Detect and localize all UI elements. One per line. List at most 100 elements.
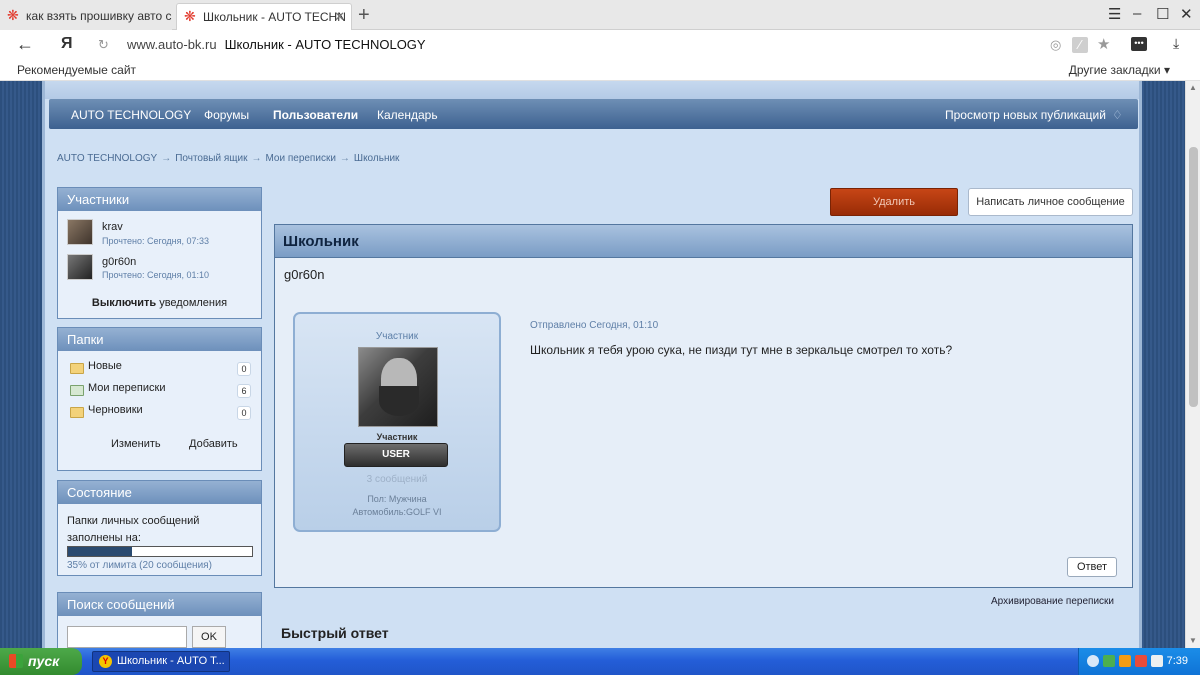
archive-link[interactable]: Архивирование переписки [991, 596, 1114, 607]
site-container: AUTO TECHNOLOGY Форумы Пользователи Кале… [42, 81, 1142, 648]
folders-title: Папки [58, 328, 261, 351]
breadcrumb-separator: → [251, 153, 262, 164]
bookmark-star-icon[interactable]: ★ [1097, 35, 1110, 53]
add-folder-link[interactable]: Добавить [189, 438, 238, 450]
bookmark-other[interactable]: Другие закладки ▾ [1069, 63, 1170, 77]
nav-users[interactable]: Пользователи [273, 108, 358, 122]
system-tray: 7:39 [1078, 648, 1200, 675]
scroll-up-icon[interactable]: ▲ [1189, 83, 1197, 92]
nav-forums[interactable]: Форумы [204, 108, 249, 122]
message-text: Школьник я тебя урою сука, не пизди тут … [530, 343, 953, 357]
nav-calendar[interactable]: Календарь [377, 108, 438, 122]
quick-reply-title: Быстрый ответ [281, 625, 389, 641]
taskbar: пуск Y Школьник - AUTO T... 7:39 [0, 648, 1200, 675]
folder-my-messages[interactable]: Мои переписки [88, 382, 165, 394]
author-role: Участник [375, 331, 419, 342]
author-group-title: Участник [376, 432, 418, 442]
breadcrumb-separator: → [339, 153, 350, 164]
participant-name[interactable]: krav [102, 221, 123, 233]
conversation-box: Школьник g0r60n Участник Участник USER 3… [274, 224, 1133, 588]
close-window-icon[interactable]: ✕ [1180, 5, 1193, 23]
participants-title: Участники [58, 188, 261, 211]
main-nav: AUTO TECHNOLOGY Форумы Пользователи Кале… [49, 99, 1138, 129]
tray-volume-icon[interactable] [1151, 655, 1163, 667]
folder-new[interactable]: Новые [88, 360, 122, 372]
downloads-icon[interactable]: ⤓ [1173, 35, 1179, 52]
back-arrow-icon[interactable]: ← [16, 34, 34, 55]
browser-tab-2-active[interactable]: ❋ Школьник - AUTO TECHN ✕ [176, 3, 352, 30]
author-card: Участник Участник USER 3 сообщений Пол: … [293, 312, 501, 532]
tab-label: Школьник - AUTO TECHN [203, 10, 346, 24]
scrollbar-thumb[interactable] [1189, 147, 1198, 407]
taskbar-browser-task[interactable]: Y Школьник - AUTO T... [92, 651, 230, 672]
tab-close-icon[interactable]: ✕ [334, 4, 345, 30]
author-avatar[interactable] [358, 347, 438, 427]
reload-icon[interactable]: ↻ [98, 37, 109, 53]
maximize-icon[interactable]: ☐ [1156, 5, 1169, 23]
url-page-title: Школьник - AUTO TECHNOLOGY [224, 37, 426, 52]
minimize-icon[interactable]: – [1133, 5, 1141, 22]
folder-count: 6 [237, 384, 251, 398]
avatar[interactable] [67, 219, 93, 245]
search-ok-button[interactable]: OK [192, 626, 226, 648]
page-scrollbar[interactable]: ▲ ▼ [1185, 81, 1200, 648]
protect-icon[interactable]: ◎ [1050, 37, 1061, 53]
author-gender: Пол: Мужчина [367, 494, 427, 504]
page-viewport: AUTO TECHNOLOGY Форумы Пользователи Кале… [0, 81, 1185, 648]
reader-icon[interactable]: ⁄ [1072, 37, 1088, 53]
state-panel: Состояние Папки личных сообщений заполне… [57, 480, 262, 576]
search-title: Поиск сообщений [58, 593, 261, 616]
participant-name[interactable]: g0r60n [102, 256, 136, 268]
url-field[interactable]: www.auto-bk.ru Школьник - AUTO TECHNOLOGY [127, 37, 426, 52]
compose-message-button[interactable]: Написать личное сообщение [968, 188, 1133, 216]
delete-button[interactable]: Удалить [830, 188, 958, 216]
search-panel: Поиск сообщений OK [57, 592, 262, 648]
yandex-browser-icon: Y [99, 655, 112, 668]
participant-status: Прочтено: Сегодня, 01:10 [102, 270, 209, 280]
browser-tab-1[interactable]: ❋ как взять прошивку авто с [0, 3, 172, 30]
menu-icon[interactable]: ☰ [1108, 5, 1121, 23]
notify-bold: Выключить [91, 297, 157, 309]
folders-panel: Папки Новые 0 Мои переписки 6 Черновики … [57, 327, 262, 471]
usage-bar [67, 546, 253, 557]
breadcrumb-item[interactable]: Мои переписки [265, 153, 335, 164]
edit-folders-link[interactable]: Изменить [111, 438, 161, 450]
tray-app-icon[interactable] [1119, 655, 1131, 667]
folder-drafts[interactable]: Черновики [88, 404, 143, 416]
search-input[interactable] [67, 626, 187, 648]
breadcrumb-separator: → [161, 153, 172, 164]
tray-network-icon[interactable] [1103, 655, 1115, 667]
author-post-count[interactable]: 3 сообщений [295, 474, 499, 485]
reply-button[interactable]: Ответ [1067, 557, 1117, 577]
notifications-toggle[interactable]: Выключить уведомления [58, 297, 261, 309]
rss-icon[interactable]: ♢ [1112, 108, 1123, 122]
state-title: Состояние [58, 481, 261, 504]
usage-bar-fill [68, 547, 133, 556]
new-tab-button[interactable]: + [358, 3, 370, 27]
yandex-home-button[interactable]: Я [61, 35, 73, 53]
clock: 7:39 [1166, 655, 1188, 667]
yandex-favicon-icon: ❋ [7, 7, 19, 23]
breadcrumb-item[interactable]: AUTO TECHNOLOGY [57, 153, 157, 164]
nav-new-posts[interactable]: Просмотр новых публикаций [945, 108, 1106, 122]
nav-auto-technology[interactable]: AUTO TECHNOLOGY [71, 108, 191, 122]
conversation-subtitle: g0r60n [284, 267, 325, 282]
bookmark-recommended[interactable]: Рекомендуемые сайт [17, 63, 136, 77]
folder-messages-icon [70, 385, 84, 396]
start-label: пуск [28, 653, 60, 669]
folder-new-icon [70, 363, 84, 374]
breadcrumb-item[interactable]: Школьник [354, 153, 400, 164]
tray-expand-icon[interactable] [1087, 655, 1099, 667]
browser-tab-bar: ❋ как взять прошивку авто с ❋ Школьник -… [0, 0, 1200, 30]
avatar-beard [379, 386, 419, 416]
address-bar: ← Я ↻ www.auto-bk.ru Школьник - AUTO TECH… [0, 30, 1200, 60]
breadcrumb-item[interactable]: Почтовый ящик [175, 153, 247, 164]
yandex-favicon-icon: ❋ [184, 8, 196, 24]
site-header [45, 81, 1139, 99]
extensions-icon[interactable]: ••• [1131, 37, 1147, 51]
tray-security-icon[interactable] [1135, 655, 1147, 667]
avatar[interactable] [67, 254, 93, 280]
scroll-down-icon[interactable]: ▼ [1189, 636, 1197, 645]
start-button[interactable]: пуск [0, 648, 82, 675]
author-car: Автомобиль:GOLF VI [352, 507, 442, 517]
